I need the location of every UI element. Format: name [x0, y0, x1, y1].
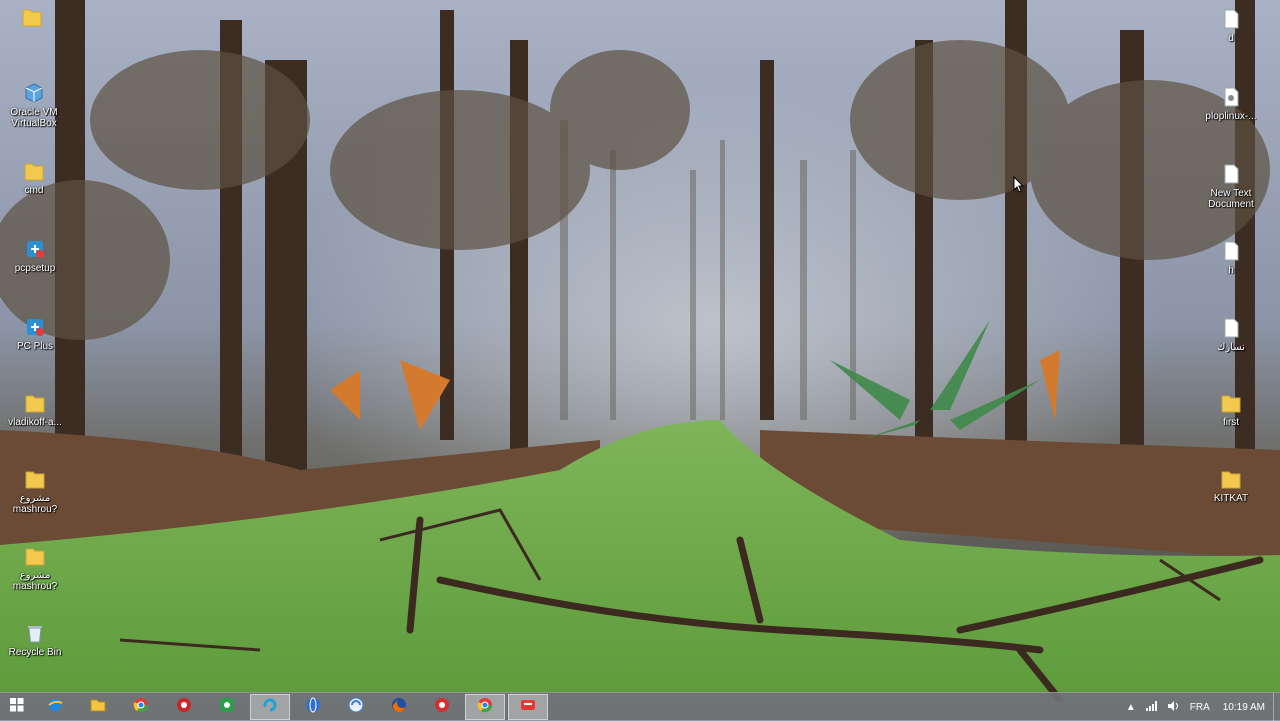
desktop-icon-folder-top[interactable] [0, 6, 64, 31]
app-record-icon [433, 696, 451, 719]
desktop-icon-label: cmd [24, 185, 44, 196]
file-explorer-icon [89, 696, 107, 719]
desktop-icon-vladikoff[interactable]: vladikoff-a... [3, 392, 67, 428]
taskbar-firefox[interactable] [379, 694, 419, 720]
document-icon [1220, 317, 1242, 339]
desktop-icon-label: vladikoff-a... [8, 417, 62, 428]
taskbar-chrome-active[interactable] [465, 694, 505, 720]
taskbar-media-player[interactable] [164, 694, 204, 720]
desktop-wallpaper [0, 0, 1280, 720]
desktop-icon-new-text-document[interactable]: New Text Document [1199, 163, 1263, 210]
network-icon[interactable] [1145, 700, 1158, 714]
show-desktop-button[interactable] [1273, 693, 1280, 721]
desktop-icon-label: مشروع mashrou? [12, 570, 58, 592]
installer-icon [24, 316, 46, 338]
taskbar-internet-explorer[interactable] [35, 694, 75, 720]
taskbar-app-refresh[interactable] [250, 694, 290, 720]
taskbar-app-globe[interactable] [293, 694, 333, 720]
desktop-icon-label: نسارك [1217, 342, 1245, 353]
desktop-icon-label: KITKAT [1213, 493, 1249, 504]
internet-explorer-icon [46, 696, 64, 719]
desktop-icon-pcpsetup[interactable]: pcpsetup [3, 238, 67, 274]
desktop-icon-recycle-bin[interactable]: Recycle Bin [3, 622, 67, 658]
recycle-bin-icon [24, 622, 46, 644]
desktop-icon-label: d [1228, 33, 1234, 44]
folder-icon [1220, 468, 1242, 490]
desktop-icon-label: مشروع mashrou? [12, 493, 58, 515]
media-player-icon [175, 696, 193, 719]
firefox-icon [390, 696, 408, 719]
folder-icon [23, 160, 45, 182]
app-sync-icon [347, 696, 365, 719]
chrome-icon [132, 696, 150, 719]
start-button[interactable] [2, 694, 32, 720]
clock[interactable]: 10:19 AM [1223, 702, 1265, 713]
language-indicator[interactable]: FRA [1190, 702, 1210, 713]
desktop-icon-mashrou-1[interactable]: مشروع mashrou? [3, 468, 67, 515]
desktop-icon-first[interactable]: first [1199, 392, 1263, 428]
desktop-icon-label: first [1222, 417, 1240, 428]
taskbar-app-record[interactable] [422, 694, 462, 720]
system-tray: ▲ FRA 10:19 AM [1121, 693, 1280, 721]
taskbar-app-green[interactable] [207, 694, 247, 720]
installer-icon [24, 238, 46, 260]
document-icon [1220, 86, 1242, 108]
taskbar-chrome[interactable] [121, 694, 161, 720]
desktop-icon-cmd[interactable]: cmd [2, 160, 66, 196]
desktop-icon-oracle-vm-virtualbox[interactable]: Oracle VM VirtualBox [2, 82, 66, 129]
desktop-icon-label: h [1228, 265, 1234, 276]
chrome-active-icon [476, 696, 494, 719]
virtualbox-icon [23, 82, 45, 104]
desktop-icon-label: New Text Document [1208, 188, 1254, 210]
document-icon [1220, 240, 1242, 262]
desktop-icon-label: PC Plus [16, 341, 54, 352]
desktop-icon-kitkat[interactable]: KITKAT [1199, 468, 1263, 504]
taskbar-app-red-window[interactable] [508, 694, 548, 720]
desktop-icon-mashrou-2[interactable]: مشروع mashrou? [3, 545, 67, 592]
folder-icon [24, 545, 46, 567]
desktop-icon-ploplinux[interactable]: ploplinux-... [1199, 86, 1263, 122]
taskbar-app-sync[interactable] [336, 694, 376, 720]
desktop-icon-pc-plus[interactable]: PC Plus [3, 316, 67, 352]
folder-icon [24, 468, 46, 490]
windows-start-icon [10, 697, 24, 717]
document-icon [1220, 8, 1242, 30]
app-refresh-icon [261, 696, 279, 719]
app-red-window-icon [519, 696, 537, 719]
desktop-icon-h[interactable]: h [1199, 240, 1263, 276]
mouse-cursor-icon [1013, 176, 1025, 193]
document-icon [1220, 163, 1242, 185]
app-globe-icon [304, 696, 322, 719]
desktop-icon-d[interactable]: d [1199, 8, 1263, 44]
tray-overflow-icon[interactable]: ▲ [1126, 702, 1136, 713]
folder-icon [24, 392, 46, 414]
volume-icon[interactable] [1167, 700, 1180, 714]
desktop-icon-label: Oracle VM VirtualBox [10, 107, 58, 129]
app-green-icon [218, 696, 236, 719]
folder-icon [21, 6, 43, 28]
taskbar-file-explorer[interactable] [78, 694, 118, 720]
desktop-icon-label: Recycle Bin [8, 647, 62, 658]
desktop-icon-arabic-doc[interactable]: نسارك [1199, 317, 1263, 353]
desktop-icon-label: pcpsetup [14, 263, 56, 274]
folder-icon [1220, 392, 1242, 414]
desktop-icon-label: ploplinux-... [1205, 111, 1257, 122]
taskbar: ▲ FRA 10:19 AM [0, 692, 1280, 721]
